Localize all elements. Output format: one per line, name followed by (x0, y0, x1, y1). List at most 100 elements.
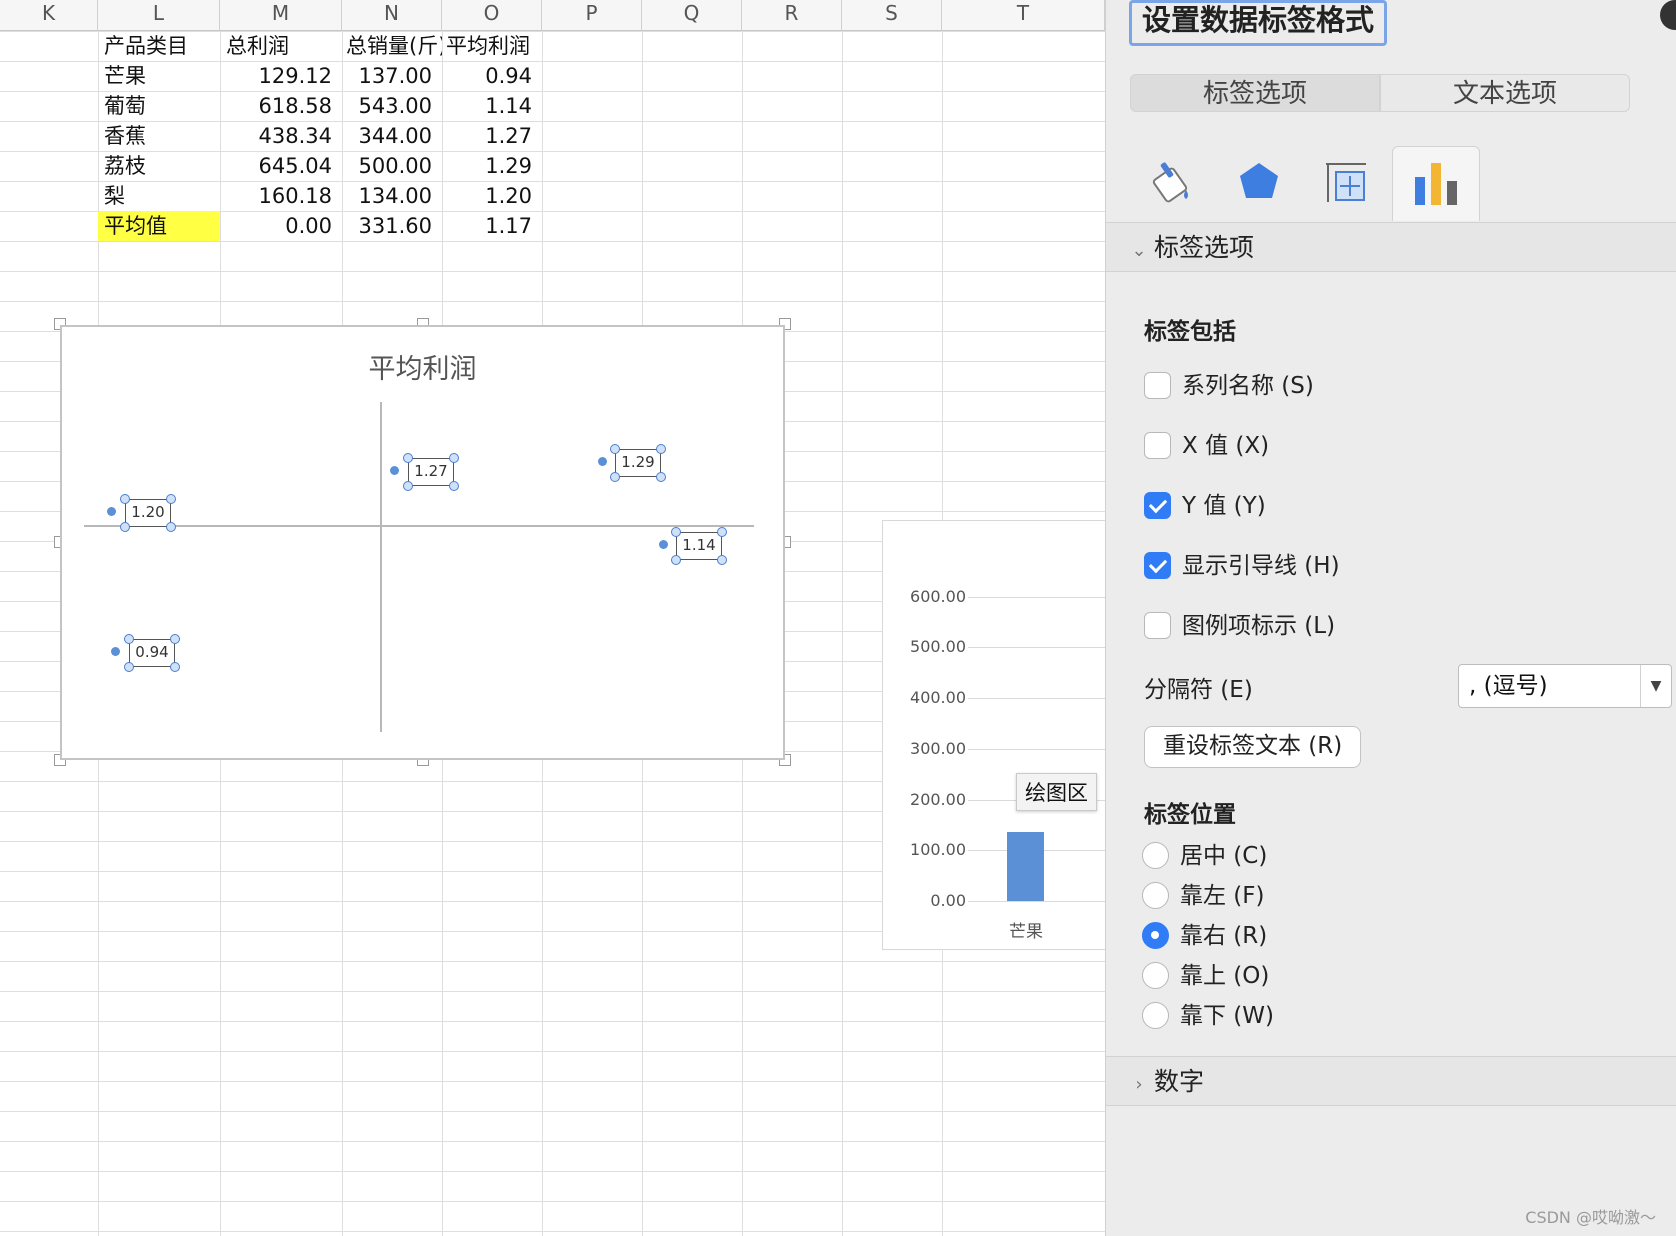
table-cell[interactable]: 344.00 (342, 121, 442, 151)
data-label-handle[interactable] (449, 481, 459, 491)
col-header-r[interactable]: R (742, 0, 842, 31)
col-header-o[interactable]: O (442, 0, 542, 31)
data-label-handle[interactable] (656, 472, 666, 482)
x-axis[interactable] (84, 525, 754, 527)
col-header-l[interactable]: L (98, 0, 220, 31)
checkbox-label: 显示引导线 (H) (1182, 553, 1340, 579)
data-label-handle[interactable] (717, 527, 727, 537)
table-cell[interactable]: 荔枝 (98, 151, 220, 181)
table-cell[interactable]: 1.29 (442, 151, 542, 181)
data-point[interactable] (390, 466, 399, 475)
col-header-p[interactable]: P (542, 0, 642, 31)
table-cell[interactable]: 645.04 (220, 151, 342, 181)
checkbox[interactable] (1144, 492, 1171, 519)
data-label[interactable]: 1.20 (125, 499, 171, 527)
checkbox[interactable] (1144, 432, 1171, 459)
col-header-t[interactable]: T (942, 0, 1105, 31)
col-header-m[interactable]: M (220, 0, 342, 31)
data-label-handle[interactable] (170, 634, 180, 644)
y-axis[interactable] (380, 402, 382, 732)
data-label[interactable]: 1.29 (615, 449, 661, 477)
reset-label-text-button[interactable]: 重设标签文本 (R) (1144, 726, 1362, 768)
header-cell[interactable]: 总销量(斤) (342, 31, 442, 61)
data-label[interactable]: 1.27 (408, 458, 454, 486)
data-label-handle[interactable] (610, 472, 620, 482)
table-cell[interactable]: 438.34 (220, 121, 342, 151)
section-header-label-options[interactable]: ⌄ 标签选项 (1106, 222, 1676, 272)
data-label-handle[interactable] (124, 662, 134, 672)
table-cell[interactable]: 134.00 (342, 181, 442, 211)
table-cell[interactable]: 1.14 (442, 91, 542, 121)
header-cell[interactable]: 产品类目 (98, 31, 220, 61)
tab-label-options[interactable]: 标签选项 (1130, 74, 1380, 112)
data-label-handle[interactable] (671, 527, 681, 537)
data-label-handle[interactable] (124, 634, 134, 644)
data-point[interactable] (111, 647, 120, 656)
header-cell[interactable]: 总利润 (220, 31, 342, 61)
data-label-handle[interactable] (610, 444, 620, 454)
data-label-handle[interactable] (166, 494, 176, 504)
table-cell[interactable]: 129.12 (220, 61, 342, 91)
size-properties-button[interactable] (1304, 146, 1390, 220)
data-label-handle[interactable] (120, 494, 130, 504)
section-header-number[interactable]: › 数字 (1106, 1056, 1676, 1106)
table-cell[interactable]: 香蕉 (98, 121, 220, 151)
label-options-button[interactable] (1392, 146, 1480, 221)
col-header-s[interactable]: S (842, 0, 942, 31)
col-header-k[interactable]: K (0, 0, 98, 31)
data-label-handle[interactable] (671, 555, 681, 565)
data-point[interactable] (107, 507, 116, 516)
data-label[interactable]: 0.94 (129, 639, 175, 667)
bar-chart[interactable]: 600.00 500.00 400.00 300.00 200.00 100.0… (882, 520, 1105, 950)
data-label-handle[interactable] (403, 481, 413, 491)
data-label-handle[interactable] (170, 662, 180, 672)
checkbox[interactable] (1144, 612, 1171, 639)
table-cell[interactable]: 500.00 (342, 151, 442, 181)
table-cell[interactable]: 543.00 (342, 91, 442, 121)
data-label-handle[interactable] (120, 522, 130, 532)
table-cell[interactable]: 331.60 (342, 211, 442, 241)
data-label-handle[interactable] (403, 453, 413, 463)
data-label-handle[interactable] (449, 453, 459, 463)
header-cell[interactable]: 平均利润 (442, 31, 542, 61)
radio[interactable] (1142, 842, 1169, 869)
data-point[interactable] (598, 457, 607, 466)
data-point[interactable] (659, 540, 668, 549)
col-header-n[interactable]: N (342, 0, 442, 31)
table-cell[interactable]: 160.18 (220, 181, 342, 211)
spreadsheet[interactable]: K L M N O P Q R S T 产品类目 总利润 总销量(斤) 平均利润… (0, 0, 1105, 1236)
checkbox[interactable] (1144, 372, 1171, 399)
radio[interactable] (1142, 922, 1169, 949)
close-pane-button[interactable] (1660, 0, 1676, 30)
radio[interactable] (1142, 1002, 1169, 1029)
table-cell[interactable]: 1.17 (442, 211, 542, 241)
col-header-q[interactable]: Q (642, 0, 742, 31)
radio[interactable] (1142, 882, 1169, 909)
table-cell[interactable]: 芒果 (98, 61, 220, 91)
scatter-chart[interactable]: 平均利润 1.20 1.27 1.29 1.14 0.94 (60, 325, 785, 760)
data-label[interactable]: 1.14 (676, 532, 722, 560)
table-cell[interactable]: 0.00 (220, 211, 342, 241)
table-cell-highlighted[interactable]: 平均值 (98, 211, 220, 241)
tab-text-options[interactable]: 文本选项 (1380, 74, 1630, 112)
data-label-handle[interactable] (717, 555, 727, 565)
data-label-handle[interactable] (656, 444, 666, 454)
table-cell[interactable]: 0.94 (442, 61, 542, 91)
dropdown-arrow-icon[interactable]: ▼ (1640, 665, 1671, 707)
bar[interactable] (1007, 831, 1044, 901)
table-cell[interactable]: 1.27 (442, 121, 542, 151)
radio[interactable] (1142, 962, 1169, 989)
radio-label: 居中 (C) (1180, 843, 1268, 869)
table-cell[interactable]: 137.00 (342, 61, 442, 91)
separator-select[interactable]: , (逗号) ▼ (1458, 664, 1672, 708)
checkbox[interactable] (1144, 552, 1171, 579)
group-title-includes: 标签包括 (1144, 319, 1236, 345)
chart-title[interactable]: 平均利润 (62, 347, 783, 386)
table-cell[interactable]: 618.58 (220, 91, 342, 121)
table-cell[interactable]: 1.20 (442, 181, 542, 211)
data-label-handle[interactable] (166, 522, 176, 532)
table-cell[interactable]: 梨 (98, 181, 220, 211)
effects-button[interactable] (1216, 146, 1302, 220)
fill-line-button[interactable] (1128, 146, 1214, 220)
table-cell[interactable]: 葡萄 (98, 91, 220, 121)
